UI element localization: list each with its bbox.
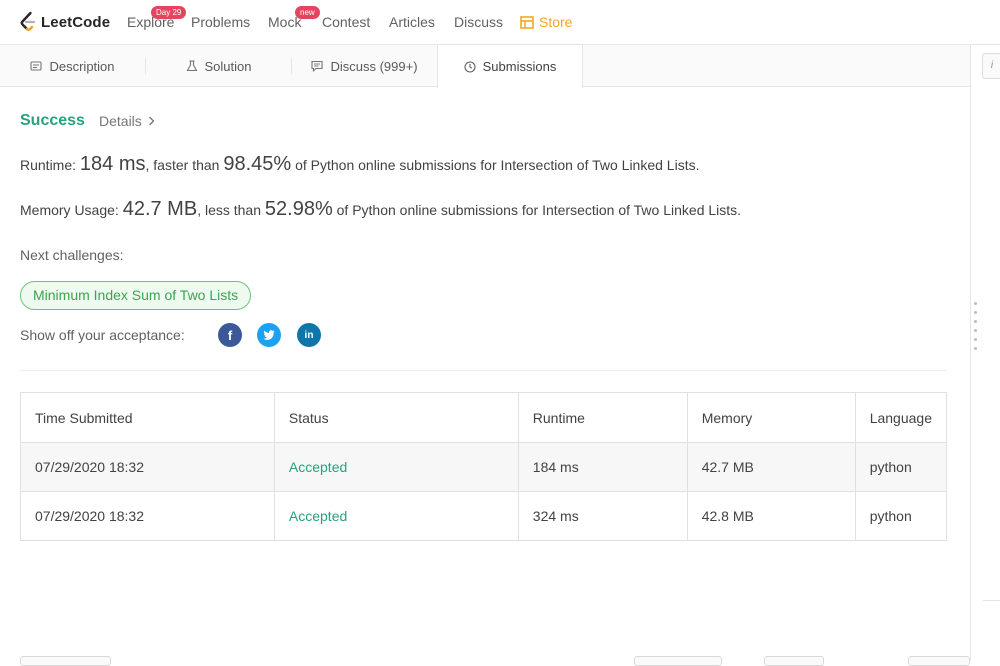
runtime-label: Runtime: <box>20 157 77 173</box>
cell-status-link[interactable]: Accepted <box>273 491 519 541</box>
mock-new-badge: new <box>295 6 320 19</box>
cell-memory: 42.7 MB <box>686 442 856 492</box>
panel-divider <box>983 600 1000 660</box>
editor-panel-edge: i <box>970 45 1000 660</box>
share-label: Show off your acceptance: <box>20 327 185 343</box>
cell-memory: 42.8 MB <box>686 491 856 541</box>
bottom-toolbar-button[interactable] <box>908 656 970 666</box>
submissions-table: Time Submitted Status Runtime Memory Lan… <box>20 392 948 541</box>
cell-language: python <box>854 491 948 541</box>
explore-day-badge: Day 29 <box>151 6 187 19</box>
next-challenge-link[interactable]: Minimum Index Sum of Two Lists <box>20 281 252 310</box>
facebook-icon[interactable]: f <box>218 323 242 347</box>
bottom-toolbar-button[interactable] <box>634 656 722 666</box>
runtime-percentile: 98.45% <box>223 153 292 175</box>
col-memory[interactable]: Memory <box>686 392 856 443</box>
tab-discuss-label: Discuss (999+) <box>330 58 418 74</box>
chevron-right-icon <box>148 116 155 126</box>
leetcode-logo[interactable]: LeetCode <box>18 10 110 34</box>
memory-value: 42.7 MB <box>122 198 198 220</box>
tab-description[interactable]: Description <box>0 45 145 87</box>
top-navbar: LeetCode Explore Day 29 Problems Mock ne… <box>0 0 1000 45</box>
runtime-compare: , faster than <box>145 157 220 173</box>
col-runtime[interactable]: Runtime <box>517 392 688 443</box>
resize-handle[interactable] <box>974 302 980 352</box>
details-label: Details <box>99 113 142 129</box>
cell-runtime: 324 ms <box>517 491 688 541</box>
flask-icon <box>186 60 197 72</box>
cell-status-link[interactable]: Accepted <box>273 442 519 492</box>
logo-text: LeetCode <box>41 13 111 31</box>
col-time-submitted[interactable]: Time Submitted <box>20 392 275 443</box>
submission-result-panel: Success Details Runtime: 184 ms, faster … <box>0 88 970 660</box>
col-language[interactable]: Language <box>854 392 948 443</box>
nav-store[interactable]: Store <box>520 14 572 30</box>
leetcode-logo-icon <box>20 11 36 31</box>
tab-submissions[interactable]: Submissions <box>437 45 583 88</box>
next-challenges-label: Next challenges: <box>20 247 124 263</box>
section-divider <box>20 370 947 371</box>
nav-discuss[interactable]: Discuss <box>454 14 503 30</box>
tab-submissions-label: Submissions <box>482 59 557 74</box>
bottom-toolbar-button[interactable] <box>764 656 824 666</box>
bottom-toolbar-button[interactable] <box>20 656 111 666</box>
problem-tab-bar: Description Solution Discuss (999+) Subm… <box>0 45 970 88</box>
tab-discuss[interactable]: Discuss (999+) <box>292 45 437 87</box>
runtime-value: 184 ms <box>79 153 146 175</box>
nav-contest[interactable]: Contest <box>322 14 370 30</box>
table-row: 07/29/2020 18:32 Accepted 324 ms 42.8 MB… <box>20 491 948 541</box>
cell-time: 07/29/2020 18:32 <box>20 442 275 492</box>
cell-runtime: 184 ms <box>517 442 688 492</box>
nav-articles[interactable]: Articles <box>389 14 435 30</box>
nav-problems[interactable]: Problems <box>191 14 250 30</box>
tab-description-label: Description <box>49 58 115 74</box>
store-icon <box>520 15 534 29</box>
description-icon <box>30 61 43 71</box>
info-button[interactable]: i <box>982 53 1000 79</box>
runtime-stat: Runtime: 184 ms, faster than 98.45% of P… <box>20 153 699 176</box>
table-row: 07/29/2020 18:32 Accepted 184 ms 42.7 MB… <box>20 442 948 492</box>
tab-solution[interactable]: Solution <box>146 45 291 87</box>
col-status[interactable]: Status <box>273 392 519 443</box>
memory-stat: Memory Usage: 42.7 MB, less than 52.98% … <box>20 198 741 221</box>
cell-language: python <box>854 442 948 492</box>
memory-compare: , less than <box>197 202 262 218</box>
result-status: Success <box>20 112 85 129</box>
linkedin-icon[interactable]: in <box>297 323 321 347</box>
comment-icon <box>311 60 324 72</box>
nav-store-label: Store <box>539 14 573 30</box>
cell-time: 07/29/2020 18:32 <box>20 491 275 541</box>
runtime-suffix: of Python online submissions for Interse… <box>295 157 700 173</box>
memory-label: Memory Usage: <box>20 202 119 218</box>
clock-icon <box>464 60 476 73</box>
details-link[interactable]: Details <box>99 113 155 129</box>
table-header-row: Time Submitted Status Runtime Memory Lan… <box>20 392 948 443</box>
memory-suffix: of Python online submissions for Interse… <box>336 202 742 218</box>
tab-solution-label: Solution <box>204 58 252 74</box>
memory-percentile: 52.98% <box>264 198 333 220</box>
twitter-bird-glyph <box>263 330 275 340</box>
twitter-icon[interactable] <box>257 323 281 347</box>
